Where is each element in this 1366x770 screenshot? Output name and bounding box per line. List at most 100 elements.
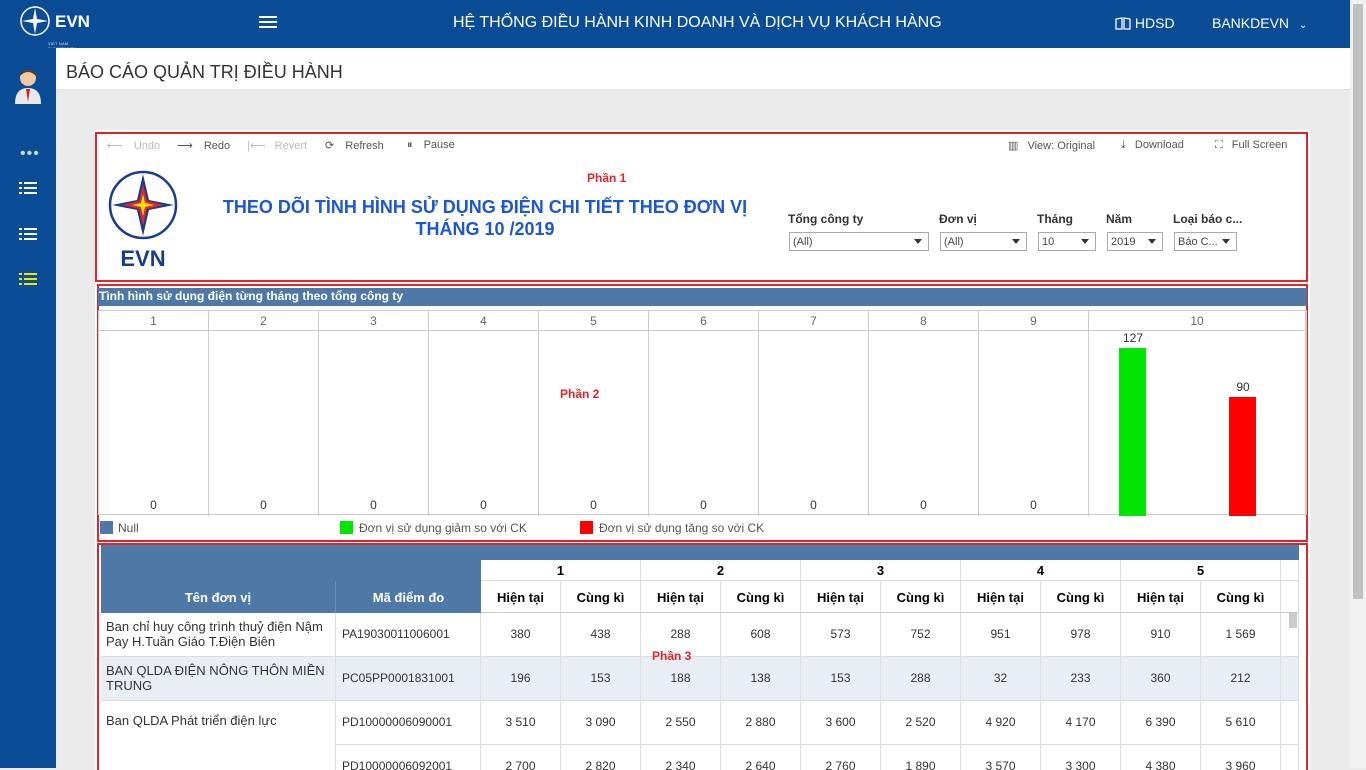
avatar[interactable] — [14, 68, 42, 104]
help-link[interactable]: HDSD — [1115, 15, 1175, 31]
monthly-bar-chart: 1 0 2 0 3 0 4 0 5 0 6 0 7 0 8 0 9 0 10 127 90 — [98, 310, 1307, 516]
chart-data-label: 127 — [1122, 331, 1144, 345]
subheader-current[interactable]: Hiện tại — [961, 581, 1041, 613]
report-type-select-value: Báo C... — [1178, 236, 1218, 248]
meter-code-cell[interactable]: PD10000006092001 — [336, 745, 481, 770]
value-cell: 196 — [481, 657, 561, 701]
value-cell-overflow — [1281, 657, 1299, 701]
value-cell: 4 920 — [961, 701, 1041, 745]
legend-swatch — [580, 521, 593, 534]
dropdown-arrow-icon — [914, 239, 922, 244]
value-cell: 951 — [961, 613, 1041, 657]
chart-bar[interactable] — [1119, 348, 1146, 516]
year-select[interactable]: 2019 — [1107, 232, 1163, 251]
evn-logo[interactable]: EVN VIET NAM ELECTRICITY — [19, 3, 90, 51]
report-type-select[interactable]: Báo C... — [1174, 232, 1237, 251]
subheader-current[interactable]: Hiện tại — [801, 581, 881, 613]
meter-code-cell[interactable]: PA19030011006001 — [336, 613, 481, 657]
month-select-value: 10 — [1042, 236, 1055, 248]
value-cell: 4 380 — [1121, 745, 1201, 770]
list-icon[interactable] — [19, 228, 37, 244]
month-select[interactable]: 10 — [1038, 232, 1096, 251]
subheader-current[interactable]: Hiện tại — [641, 581, 721, 613]
list-icon[interactable] — [19, 182, 37, 198]
page-title: BÁO CÁO QUẢN TRỊ ĐIỀU HÀNH — [66, 62, 343, 82]
chart-column-header: 2 — [209, 311, 319, 331]
month-header[interactable]: 4 — [961, 560, 1121, 581]
chart-column-header: 5 — [539, 311, 649, 331]
value-cell: 4 170 — [1041, 701, 1121, 745]
chart-data-label: 0 — [810, 498, 817, 512]
evn-brand-logo-text: EVN — [120, 246, 165, 268]
filter-month-label: Tháng — [1037, 212, 1073, 226]
value-cell: 978 — [1041, 613, 1121, 657]
month-header[interactable]: 1 — [481, 560, 641, 581]
unit-select[interactable]: (All) — [940, 232, 1027, 251]
column-header-unit[interactable]: Tên đơn vị — [101, 581, 336, 613]
more-icon[interactable]: ••• — [20, 145, 40, 163]
dropdown-arrow-icon — [1148, 239, 1156, 244]
value-cell: 2 340 — [641, 745, 721, 770]
subheader-prior[interactable]: Cùng kì — [881, 581, 961, 613]
part1-label: Phần 1 — [587, 171, 627, 185]
value-cell: 233 — [1041, 657, 1121, 701]
page-scrollbar[interactable] — [1350, 0, 1366, 768]
chart-column-header: 7 — [759, 311, 869, 331]
value-cell: 2 640 — [721, 745, 801, 770]
chart-column: 0 — [319, 331, 429, 516]
meter-code-cell[interactable]: PD10000006090001 — [336, 701, 481, 745]
unit-name-cell[interactable]: Ban QLDA Phát triển điện lực — [101, 701, 336, 770]
month-header[interactable]: 2 — [641, 560, 801, 581]
menu-toggle-icon[interactable] — [259, 16, 277, 31]
chevron-down-icon: ⌄ — [1298, 20, 1308, 31]
filter-unit-label: Đơn vị — [939, 212, 977, 226]
value-cell: 910 — [1121, 613, 1201, 657]
value-cell: 3 300 — [1041, 745, 1121, 770]
value-cell: 6 390 — [1121, 701, 1201, 745]
month-header[interactable]: 3 — [801, 560, 961, 581]
month-header-overflow — [1281, 560, 1299, 581]
dashboard-title: THEO DÕI TÌNH HÌNH SỬ DỤNG ĐIỆN CHI TIẾT… — [95, 196, 875, 240]
chart-data-label: 0 — [480, 498, 487, 512]
value-cell: 360 — [1121, 657, 1201, 701]
month-header[interactable]: 5 — [1121, 560, 1281, 581]
subheader-prior[interactable]: Cùng kì — [1201, 581, 1281, 613]
company-select-value: (All) — [793, 236, 813, 248]
filter-report-type-label: Loại báo c... — [1173, 212, 1243, 226]
value-cell: 3 600 — [801, 701, 881, 745]
book-icon — [1115, 17, 1131, 30]
chart-column-header: 6 — [649, 311, 759, 331]
chart-data-label: 0 — [1030, 498, 1037, 512]
column-header-code[interactable]: Mã điểm đo — [336, 581, 481, 613]
company-select[interactable]: (All) — [789, 232, 929, 251]
part3-label: Phần 3 — [652, 649, 692, 663]
subheader-prior[interactable]: Cùng kì — [561, 581, 641, 613]
chart-column: 0 — [209, 331, 319, 516]
page-header: BÁO CÁO QUẢN TRỊ ĐIỀU HÀNH — [56, 48, 1350, 90]
list-icon-active[interactable] — [19, 273, 37, 289]
dashboard-frame: ⟵ Undo ⟶ Redo |⟵ Revert ⟳ Refresh ⏸ Paus… — [95, 130, 1310, 770]
subheader-prior[interactable]: Cùng kì — [721, 581, 801, 613]
subheader-current[interactable]: Hiện tại — [1121, 581, 1201, 613]
chart-column: 0 — [869, 331, 979, 516]
chart-bar[interactable] — [1229, 397, 1256, 516]
meter-code-cell[interactable]: PC05PP0001831001 — [336, 657, 481, 701]
chart-column-header: 4 — [429, 311, 539, 331]
scrollbar-thumb[interactable] — [1353, 4, 1363, 599]
filter-month: Tháng — [1037, 212, 1073, 226]
unit-name-cell[interactable]: Ban chỉ huy công trình thuỷ điện Nậm Pay… — [101, 613, 336, 657]
title-line-2: THÁNG 10 /2019 — [415, 219, 555, 239]
table-scrollbar-thumb[interactable] — [1289, 613, 1297, 628]
value-cell: 752 — [881, 613, 961, 657]
value-cell-overflow — [1281, 701, 1299, 745]
value-cell: 1 890 — [881, 745, 961, 770]
unit-select-value: (All) — [944, 236, 964, 248]
legend-swatch — [100, 521, 113, 534]
chart-data-label: 0 — [260, 498, 267, 512]
unit-usage-table: Tên đơn vị Mã điểm đo 1 Hiện tại Cùng kì 2 Hiệ… — [101, 545, 1299, 770]
subheader-prior[interactable]: Cùng kì — [1041, 581, 1121, 613]
chart-column-header: 1 — [99, 311, 209, 331]
user-menu[interactable]: BANKDEVN ⌄ — [1212, 15, 1307, 31]
unit-name-cell[interactable]: BAN QLDA ĐIỆN NÔNG THÔN MIỀN TRUNG — [101, 657, 336, 701]
subheader-current[interactable]: Hiện tại — [481, 581, 561, 613]
